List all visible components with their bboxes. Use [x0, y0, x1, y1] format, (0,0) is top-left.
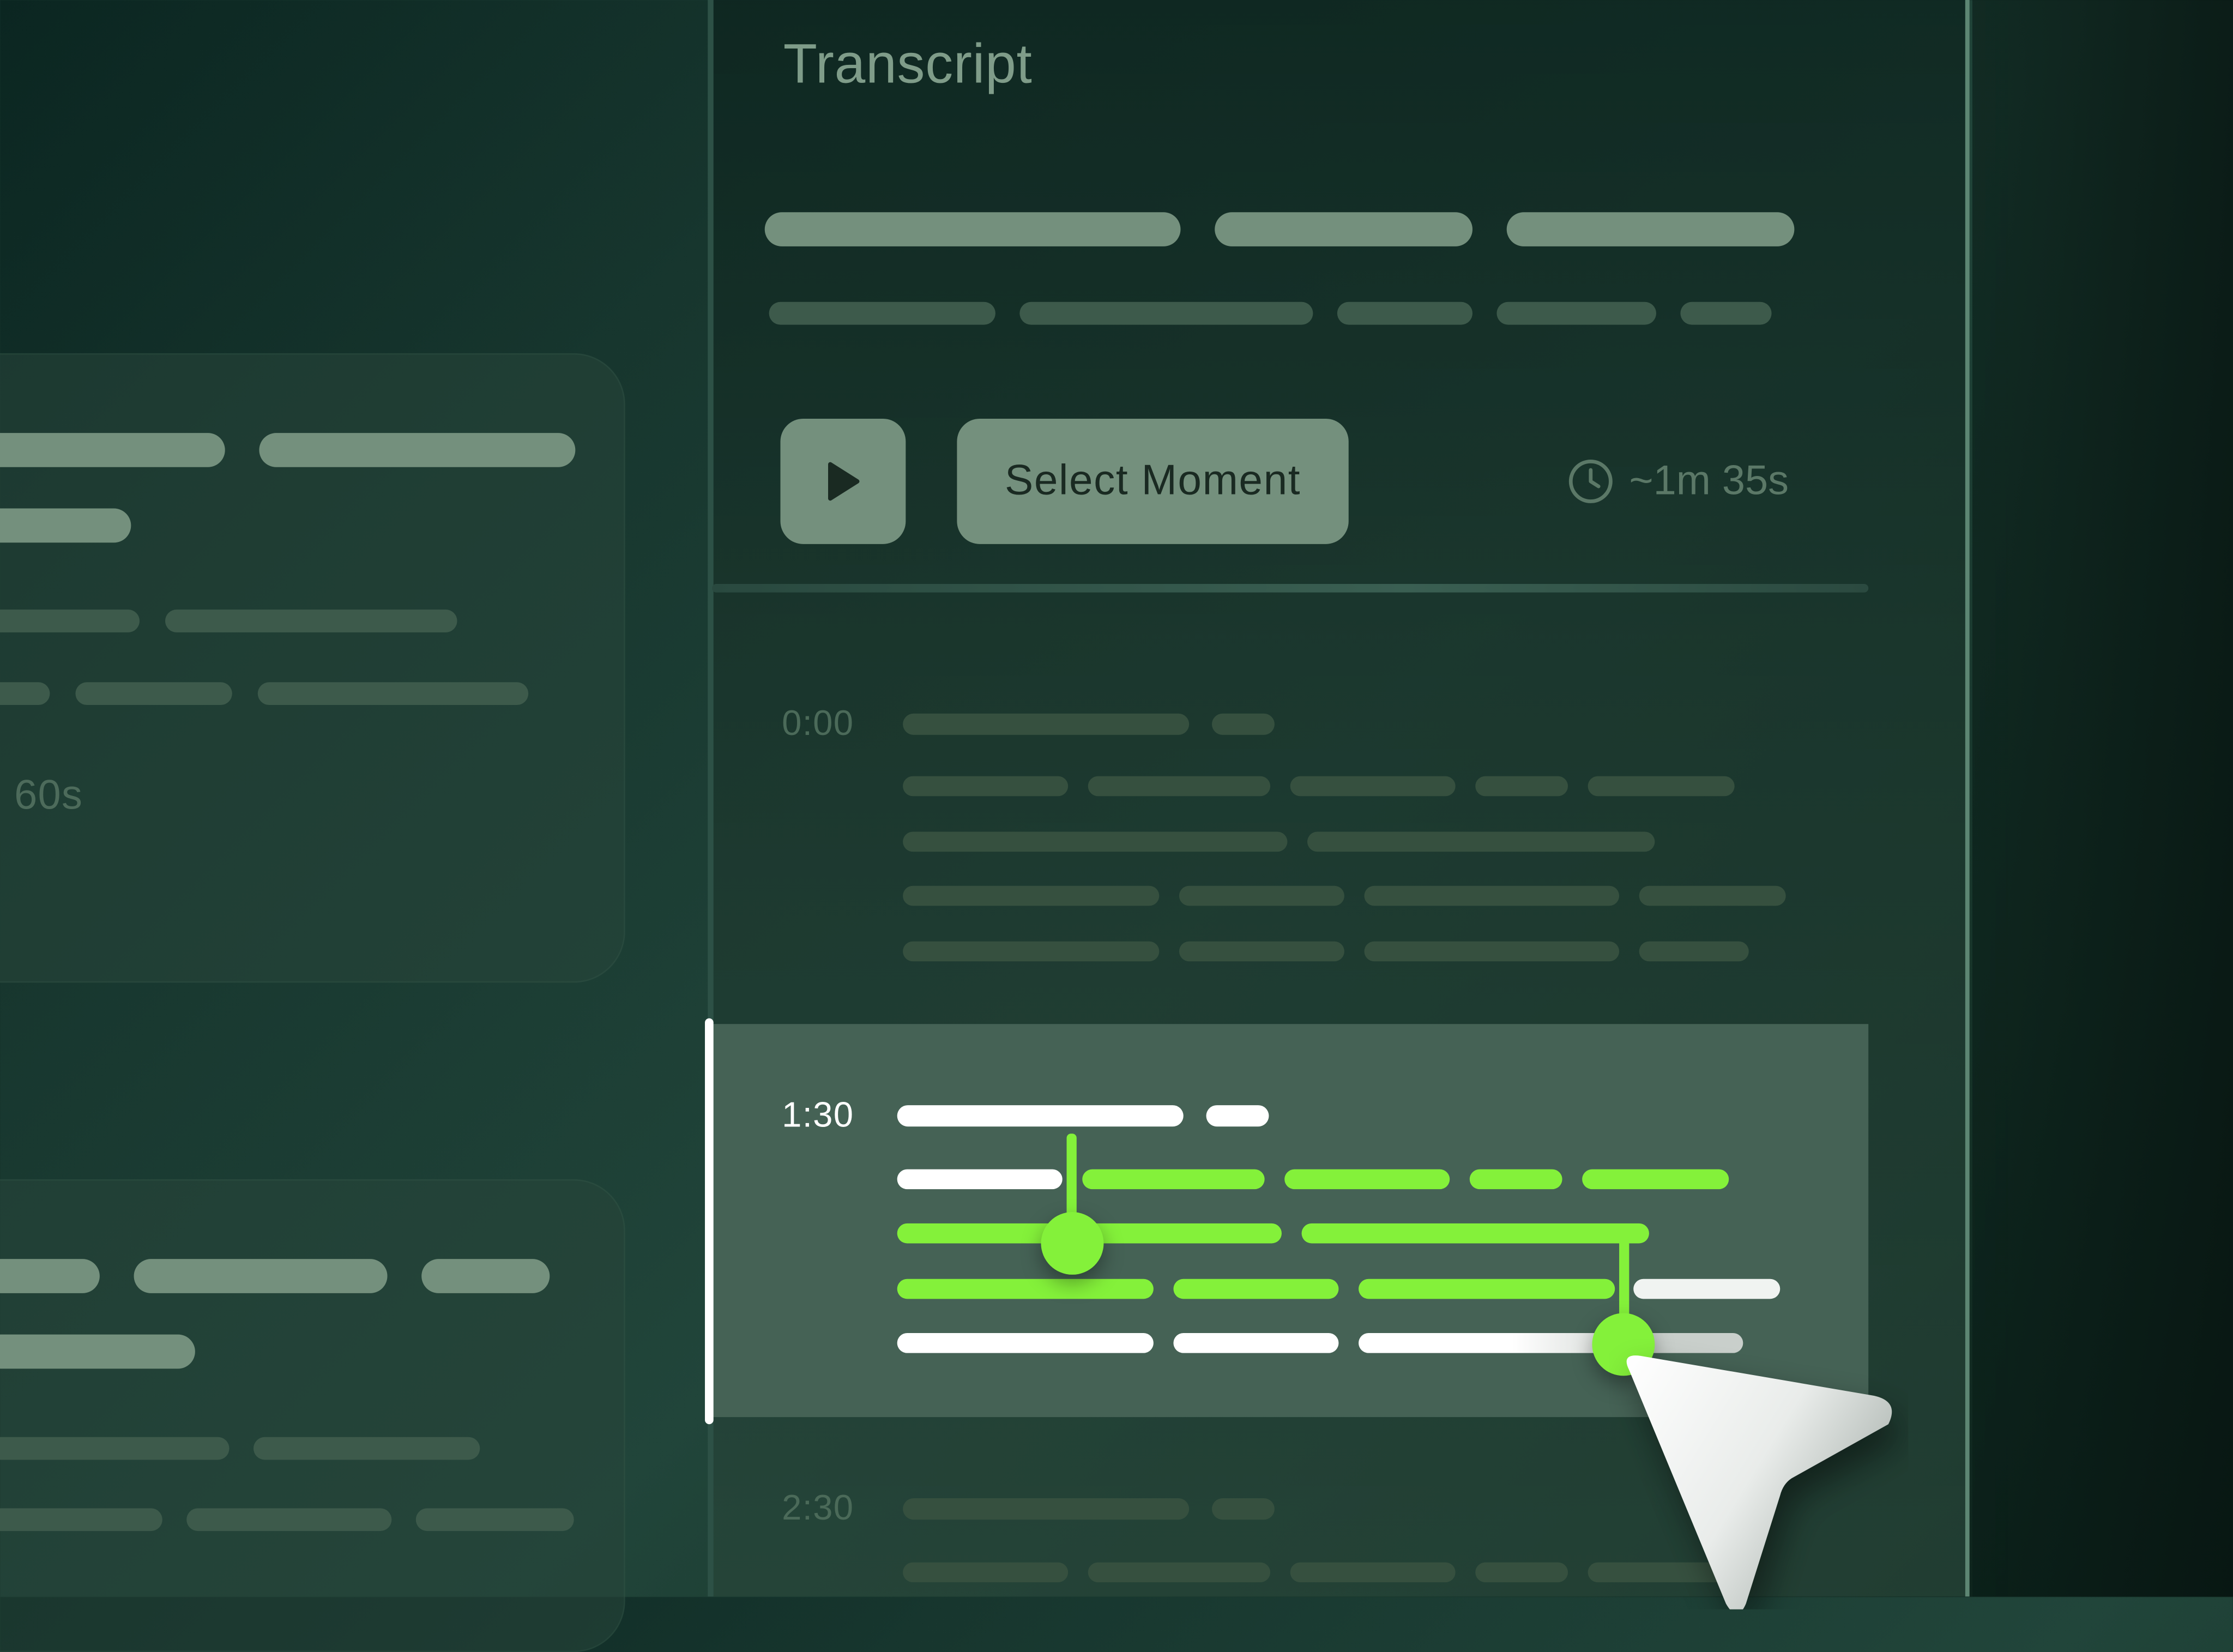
selected-text-line — [1284, 1169, 1450, 1190]
left-card-2-text-line — [253, 1437, 480, 1460]
header-meta-line — [1496, 302, 1656, 325]
segment-text-line — [903, 885, 1160, 906]
segment-text-line — [1588, 776, 1735, 797]
left-card-2-title-line — [134, 1259, 388, 1293]
left-moment-card-2[interactable] — [0, 1179, 625, 1652]
segment-timestamp: 0:00 — [782, 703, 854, 744]
segment-text-line — [1364, 885, 1620, 906]
left-card-1-text-line — [75, 682, 232, 706]
segment-text-line — [903, 776, 1069, 797]
segment-speaker-line — [903, 713, 1190, 735]
segment-text-line — [1359, 1333, 1615, 1353]
segment-speaker-line — [897, 1105, 1184, 1127]
play-icon — [828, 462, 860, 501]
left-card-1-duration: 60s — [14, 773, 83, 819]
duration-text: ~1m 35s — [1629, 457, 1789, 504]
segment-timestamp: 2:30 — [782, 1488, 854, 1528]
left-card-2-title-line — [0, 1334, 195, 1369]
selected-text-line — [897, 1279, 1154, 1299]
left-card-1-title-line — [0, 433, 225, 467]
segment-text-line — [1290, 776, 1456, 797]
segment-text-line — [1307, 831, 1655, 852]
header-title-line — [1506, 212, 1795, 246]
segment-speaker-line — [1211, 713, 1275, 735]
left-card-2-title-line — [421, 1259, 550, 1293]
header-title-line — [1215, 212, 1473, 246]
selected-text-line — [1469, 1169, 1562, 1190]
selected-segment-indicator — [705, 1018, 714, 1425]
segment-text-line — [1639, 885, 1786, 906]
segment-text-line — [903, 831, 1288, 852]
segment-speaker-line — [1211, 1498, 1275, 1520]
segment-text-line — [1639, 941, 1749, 962]
left-card-1-text-line — [165, 610, 457, 632]
segment-text-line — [903, 941, 1160, 962]
segment-text-line — [1633, 1279, 1781, 1299]
segment-text-line — [897, 1333, 1154, 1353]
left-card-1-text-line — [257, 682, 529, 706]
selected-text-line — [1082, 1169, 1265, 1190]
left-card-1-text-line — [0, 682, 50, 706]
panel-title: Transcript — [783, 34, 1033, 96]
right-shade — [1972, 0, 2233, 1597]
left-card-2-text-line — [415, 1508, 574, 1532]
segment-text-line — [1364, 941, 1620, 962]
header-meta-line — [1019, 302, 1313, 325]
header-title-line — [764, 212, 1181, 246]
play-button[interactable] — [780, 418, 906, 544]
header-meta-line — [1680, 302, 1772, 325]
segment-text-line — [1088, 1562, 1271, 1583]
segment-text-line — [1088, 776, 1271, 797]
segment-text-line — [1173, 1333, 1339, 1353]
left-card-2-text-line — [0, 1437, 230, 1460]
mouse-cursor-icon — [1626, 1355, 1892, 1609]
segment-speaker-line — [903, 1498, 1190, 1520]
segment-text-line — [897, 1169, 1063, 1190]
header-meta-line — [1337, 302, 1473, 325]
segment-text-line — [1179, 941, 1344, 962]
stage: 60s Transcript Select Moment ~1m 35s 0:0… — [0, 0, 2233, 1652]
left-card-2-title-line — [0, 1259, 100, 1293]
selected-text-line — [1582, 1169, 1729, 1190]
segment-text-line — [1475, 1562, 1568, 1583]
segment-text-line — [1475, 776, 1568, 797]
segment-text-line — [903, 1562, 1069, 1583]
panel-divider — [712, 584, 1869, 593]
left-card-1-title-line — [259, 433, 576, 467]
selected-text-line — [1359, 1279, 1615, 1299]
segment-timestamp-active: 1:30 — [782, 1095, 854, 1135]
clock-icon — [1568, 459, 1613, 503]
selected-text-line — [1301, 1223, 1649, 1244]
selected-text-line — [1173, 1279, 1339, 1299]
segment-text-line — [1179, 885, 1344, 906]
left-card-2-text-line — [186, 1508, 392, 1532]
left-card-1-text-line — [0, 610, 140, 632]
segment-text-line — [1290, 1562, 1456, 1583]
selection-start-handle[interactable] — [1041, 1211, 1104, 1275]
segment-speaker-line — [1206, 1105, 1269, 1127]
duration-readout: ~1m 35s — [1566, 453, 1789, 510]
header-meta-line — [769, 302, 995, 325]
left-card-2-text-line — [0, 1508, 162, 1532]
select-moment-button[interactable]: Select Moment — [957, 418, 1349, 544]
left-card-1-title-line — [0, 508, 131, 543]
